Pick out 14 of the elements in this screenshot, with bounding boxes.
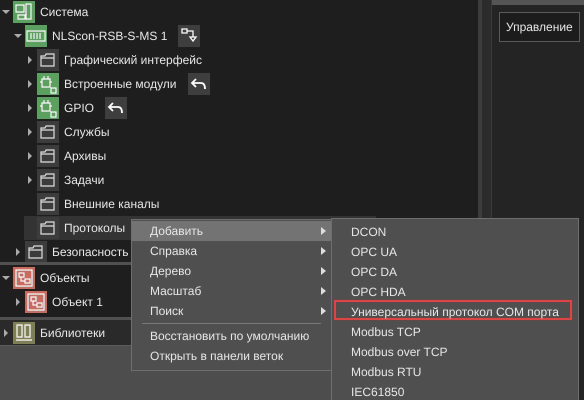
tree-label: Архивы: [64, 149, 106, 163]
tree-label: Протоколы: [64, 221, 126, 235]
tree-label: NLScon-RSB-S-MS 1: [52, 29, 168, 43]
tree-label: Внешние каналы: [64, 197, 160, 211]
tree-label: Графический интерфейс: [64, 53, 202, 67]
tree-label: Службы: [64, 125, 110, 139]
tree-label: Задачи: [64, 173, 104, 187]
tree-label: Безопасность: [52, 245, 129, 259]
tree-label: Встроенные модули: [64, 77, 177, 91]
tree-label: Система: [40, 5, 88, 19]
tree-label: GPIO: [64, 101, 94, 115]
tree-label: Объект 1: [52, 295, 103, 309]
tree-label: Библиотеки: [40, 326, 106, 340]
tree-label: Объекты: [40, 271, 90, 285]
